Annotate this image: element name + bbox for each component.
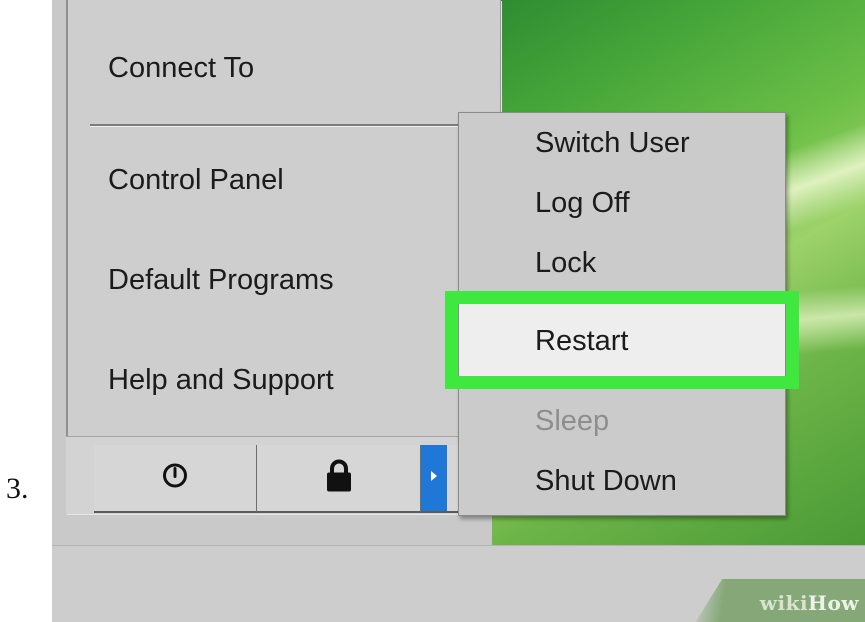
shutdown-options-submenu: Switch User Log Off Lock Restart Sleep S… bbox=[445, 112, 799, 516]
chevron-right-icon bbox=[430, 469, 438, 487]
lock-button[interactable] bbox=[256, 445, 421, 513]
padlock-icon bbox=[326, 459, 352, 498]
step-number: 3. bbox=[6, 472, 29, 505]
restart-highlight-box bbox=[445, 291, 799, 389]
menu-item-control-panel[interactable]: Control Panel bbox=[108, 164, 284, 197]
menu-item-help-and-support[interactable]: Help and Support bbox=[108, 364, 334, 397]
power-icon bbox=[162, 463, 188, 494]
shutdown-button[interactable] bbox=[94, 445, 256, 513]
windows-screenshot: wikiHow Connect To Control Panel Default… bbox=[52, 0, 865, 622]
menu-item-connect-to[interactable]: Connect To bbox=[108, 52, 254, 85]
power-button-row bbox=[66, 436, 500, 514]
submenu-item-sleep: Sleep bbox=[535, 405, 610, 437]
submenu-item-log-off[interactable]: Log Off bbox=[535, 187, 630, 220]
taskbar-area: wikiHow bbox=[52, 545, 865, 622]
pane-divider bbox=[66, 0, 68, 436]
menu-separator bbox=[90, 124, 462, 127]
menu-item-default-programs[interactable]: Default Programs bbox=[108, 264, 334, 297]
start-menu-right-pane: Connect To Control Panel Default Program… bbox=[66, 0, 501, 514]
wikihow-watermark-text: wikiHow bbox=[759, 591, 859, 615]
submenu-item-lock[interactable]: Lock bbox=[535, 247, 596, 280]
submenu-item-switch-user[interactable]: Switch User bbox=[535, 127, 690, 160]
wikihow-step-image: 3. wikiHow Connect To Control Panel Defa… bbox=[0, 0, 865, 622]
arrow-button-highlight bbox=[421, 445, 447, 511]
submenu-item-shut-down[interactable]: Shut Down bbox=[535, 465, 677, 498]
